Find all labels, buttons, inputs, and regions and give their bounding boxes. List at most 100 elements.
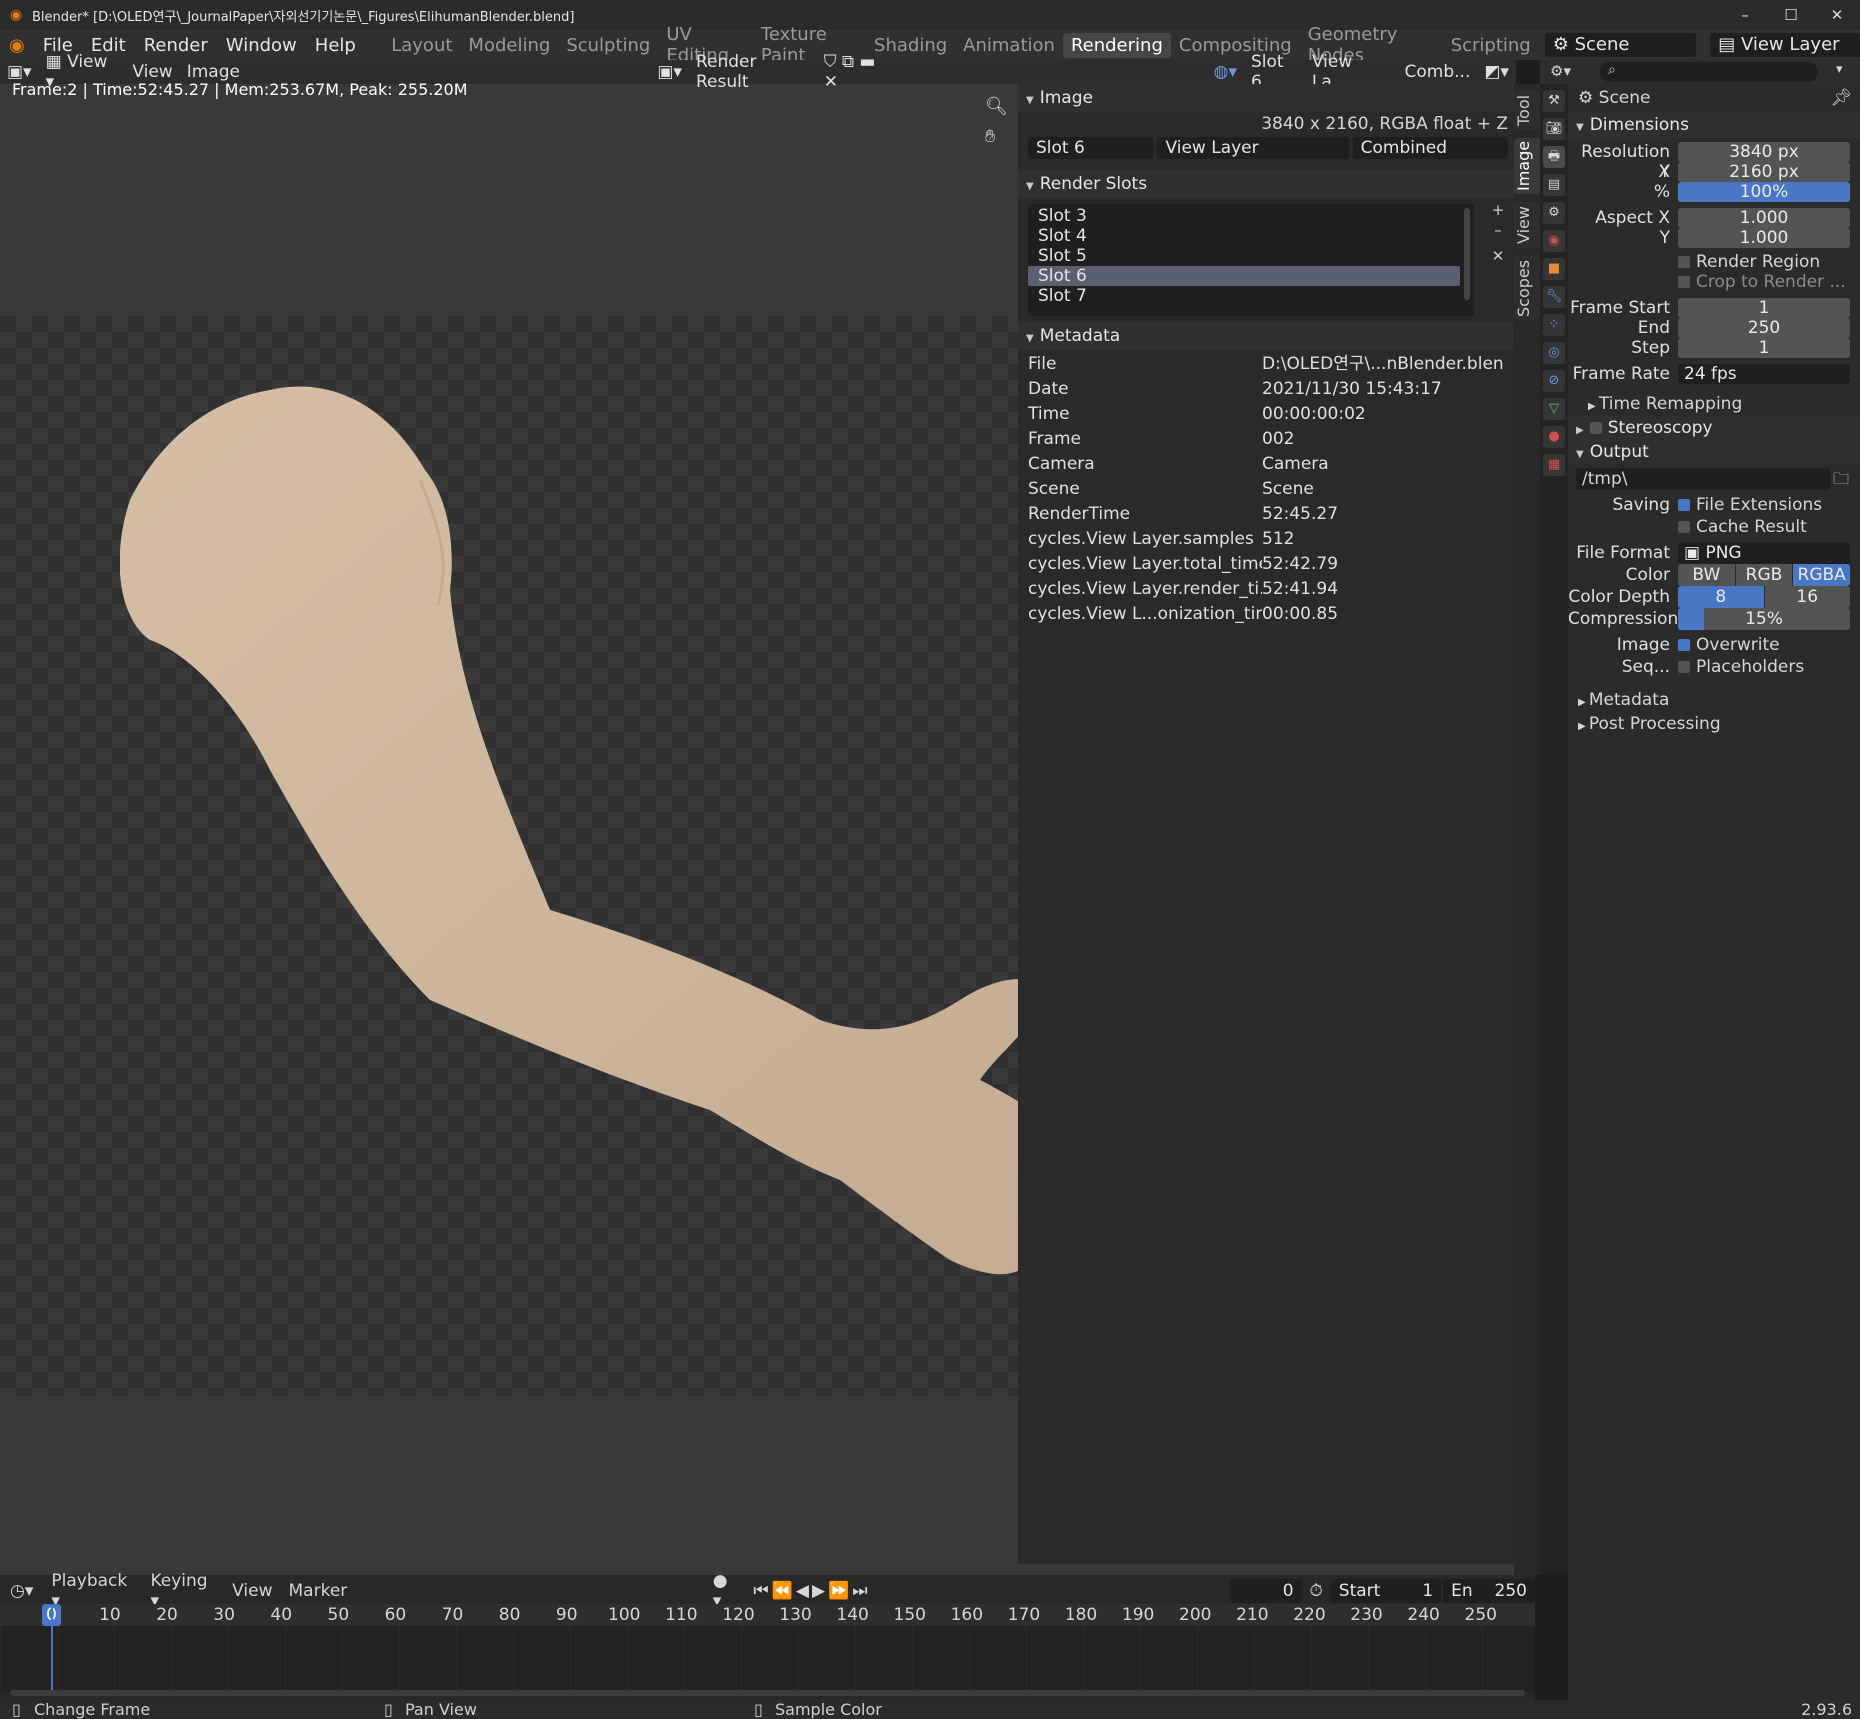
current-frame-field[interactable]: 0 bbox=[1230, 1579, 1302, 1603]
maximize-button[interactable]: ☐ bbox=[1768, 0, 1814, 30]
menu-render[interactable]: Render bbox=[135, 35, 217, 56]
frame-end-field[interactable]: En 250 bbox=[1443, 1579, 1535, 1603]
timeline-tracks[interactable] bbox=[0, 1626, 1535, 1692]
aspect-y-field[interactable]: 1.000 bbox=[1678, 228, 1850, 248]
aspect-x-field[interactable]: 1.000 bbox=[1678, 208, 1850, 228]
frame-ruler[interactable]: 0102030405060708090100110120130140150160… bbox=[0, 1604, 1535, 1626]
tab-scopes[interactable]: Scopes bbox=[1514, 256, 1540, 320]
object-icon[interactable]: ■ bbox=[1543, 258, 1565, 280]
resolution-x-field[interactable]: 3840 px bbox=[1678, 142, 1850, 162]
data-icon[interactable]: ▽ bbox=[1543, 398, 1565, 420]
list-scrollbar[interactable] bbox=[1464, 208, 1470, 300]
render-slots-list[interactable]: Slot 3 Slot 4 Slot 5 Slot 6 Slot 7 bbox=[1028, 204, 1474, 316]
file-format-dropdown[interactable]: ▣ PNG bbox=[1678, 542, 1850, 564]
image-browse-icon[interactable]: ▣▾ bbox=[650, 62, 689, 82]
menu-image[interactable]: Image bbox=[180, 62, 247, 82]
tab-rendering[interactable]: Rendering bbox=[1062, 32, 1171, 58]
checkbox-icon[interactable] bbox=[1589, 422, 1602, 434]
display-channels-icon[interactable]: ◍▾ bbox=[1207, 62, 1244, 82]
placeholders-checkbox[interactable]: Placeholders bbox=[1678, 656, 1804, 678]
remove-slot-button[interactable]: – bbox=[1488, 220, 1508, 240]
post-processing-subpanel[interactable]: ▶ Post Processing bbox=[1568, 714, 1860, 738]
dimensions-panel-header[interactable]: ▼ Dimensions bbox=[1568, 112, 1860, 138]
editor-type-icon[interactable]: ◷▾ bbox=[0, 1581, 43, 1601]
tab-tool[interactable]: Tool bbox=[1514, 90, 1540, 130]
clock-icon[interactable]: ⏱ bbox=[1310, 1581, 1323, 1601]
timeline-scrollbar[interactable] bbox=[10, 1690, 1525, 1696]
sidebar-pass-dropdown[interactable]: Combined bbox=[1352, 137, 1508, 159]
menu-view[interactable]: View bbox=[125, 62, 179, 82]
crop-checkbox[interactable]: Crop to Render ... bbox=[1678, 272, 1846, 292]
sidebar-view-layer-dropdown[interactable]: View Layer bbox=[1157, 137, 1349, 159]
depth-8-button[interactable]: 8 bbox=[1678, 586, 1764, 608]
tab-scripting[interactable]: Scripting bbox=[1443, 33, 1539, 58]
physics-icon[interactable]: ◎ bbox=[1543, 342, 1565, 364]
tab-modeling[interactable]: Modeling bbox=[460, 33, 558, 58]
fake-user-icon[interactable]: ⛉ ⧉ ▬ ✕ bbox=[817, 52, 900, 92]
close-button[interactable]: ✕ bbox=[1814, 0, 1860, 30]
menu-view[interactable]: View bbox=[224, 1581, 280, 1601]
blender-menu-icon[interactable]: ◉ bbox=[0, 35, 34, 56]
cache-result-checkbox[interactable]: Cache Result bbox=[1678, 516, 1807, 538]
minimize-button[interactable]: – bbox=[1722, 0, 1768, 30]
time-remapping-subpanel[interactable]: ▶ Time Remapping bbox=[1568, 394, 1860, 416]
menu-help[interactable]: Help bbox=[306, 35, 365, 56]
resolution-y-field[interactable]: 2160 px bbox=[1678, 162, 1850, 182]
menu-marker[interactable]: Marker bbox=[281, 1581, 356, 1601]
pass-dropdown[interactable]: Comb... bbox=[1398, 62, 1478, 82]
tab-sculpting[interactable]: Sculpting bbox=[558, 33, 658, 58]
color-rgba-button[interactable]: RGBA bbox=[1793, 564, 1851, 586]
stereoscopy-panel-header[interactable]: ▶ Stereoscopy bbox=[1568, 416, 1860, 440]
frame-step-field[interactable]: 1 bbox=[1678, 338, 1850, 358]
particles-icon[interactable]: ⁘ bbox=[1543, 314, 1565, 336]
frame-start-field[interactable]: 1 bbox=[1678, 298, 1850, 318]
clear-slot-button[interactable]: ✕ bbox=[1488, 246, 1508, 266]
image-name[interactable]: Render Result bbox=[689, 52, 817, 92]
list-item[interactable]: Slot 5 bbox=[1028, 246, 1474, 266]
list-item-selected[interactable]: Slot 6 bbox=[1028, 266, 1460, 286]
constraints-icon[interactable]: ⊘ bbox=[1543, 370, 1565, 392]
view-layer-selector[interactable]: ▤ View Layer bbox=[1710, 33, 1860, 57]
frame-start-field[interactable]: Start 1 bbox=[1330, 1579, 1442, 1603]
playback-controls[interactable]: ⏮⏪◀▶⏩⏭ bbox=[745, 1581, 878, 1601]
tab-layout[interactable]: Layout bbox=[383, 33, 460, 58]
render-slots-section-header[interactable]: ▼ Render Slots bbox=[1018, 170, 1514, 198]
image-section-header[interactable]: ▼ Image bbox=[1018, 84, 1514, 112]
image-display-icon[interactable]: ◩▾ bbox=[1477, 62, 1516, 82]
editor-type-icon[interactable]: ▣▾ bbox=[0, 62, 39, 82]
metadata-subpanel[interactable]: ▶ Metadata bbox=[1568, 690, 1860, 714]
overwrite-checkbox[interactable]: Overwrite bbox=[1678, 634, 1780, 656]
pin-icon[interactable]: 📌︎ bbox=[1830, 84, 1852, 112]
list-item[interactable]: Slot 3 bbox=[1028, 206, 1474, 226]
file-extensions-checkbox[interactable]: File Extensions bbox=[1678, 494, 1822, 516]
tab-image[interactable]: Image bbox=[1514, 138, 1540, 194]
texture-icon[interactable]: ▦ bbox=[1543, 454, 1565, 476]
compression-slider[interactable]: 15% bbox=[1678, 608, 1850, 630]
render-region-checkbox[interactable]: Render Region bbox=[1678, 252, 1820, 272]
world-icon[interactable]: ◉ bbox=[1543, 230, 1565, 252]
output-icon[interactable]: 🖶︎ bbox=[1543, 146, 1565, 168]
zoom-icon[interactable]: 🔍︎ bbox=[985, 96, 1008, 117]
scene-selector[interactable]: ⚙ Scene bbox=[1544, 33, 1697, 57]
list-item[interactable]: Slot 7 bbox=[1028, 286, 1474, 306]
frame-end-field[interactable]: 250 bbox=[1678, 318, 1850, 338]
properties-search-input[interactable]: ⌕ bbox=[1600, 62, 1818, 82]
color-bw-button[interactable]: BW bbox=[1678, 564, 1735, 586]
depth-16-button[interactable]: 16 bbox=[1764, 586, 1850, 608]
scene-icon[interactable]: ⚙ bbox=[1543, 202, 1565, 224]
tab-animation[interactable]: Animation bbox=[955, 33, 1063, 58]
render-icon[interactable]: 📷︎ bbox=[1543, 118, 1565, 140]
list-item[interactable]: Slot 4 bbox=[1028, 226, 1474, 246]
options-dropdown-icon[interactable]: ▾ bbox=[1836, 62, 1843, 77]
sidebar-slot-dropdown[interactable]: Slot 6 bbox=[1028, 137, 1154, 159]
metadata-section-header[interactable]: ▼ Metadata bbox=[1018, 322, 1514, 350]
folder-icon[interactable]: 🗀 bbox=[1830, 468, 1852, 490]
modifier-icon[interactable]: 🔧︎ bbox=[1543, 286, 1565, 308]
output-path-input[interactable]: /tmp\ bbox=[1576, 468, 1830, 490]
color-rgb-button[interactable]: RGB bbox=[1735, 564, 1793, 586]
playhead[interactable] bbox=[51, 1604, 53, 1692]
material-icon[interactable]: ● bbox=[1543, 426, 1565, 448]
tool-icon[interactable]: ⚒ bbox=[1543, 90, 1565, 112]
editor-type-icon[interactable]: ⚙▾ bbox=[1550, 62, 1571, 80]
menu-window[interactable]: Window bbox=[217, 35, 306, 56]
